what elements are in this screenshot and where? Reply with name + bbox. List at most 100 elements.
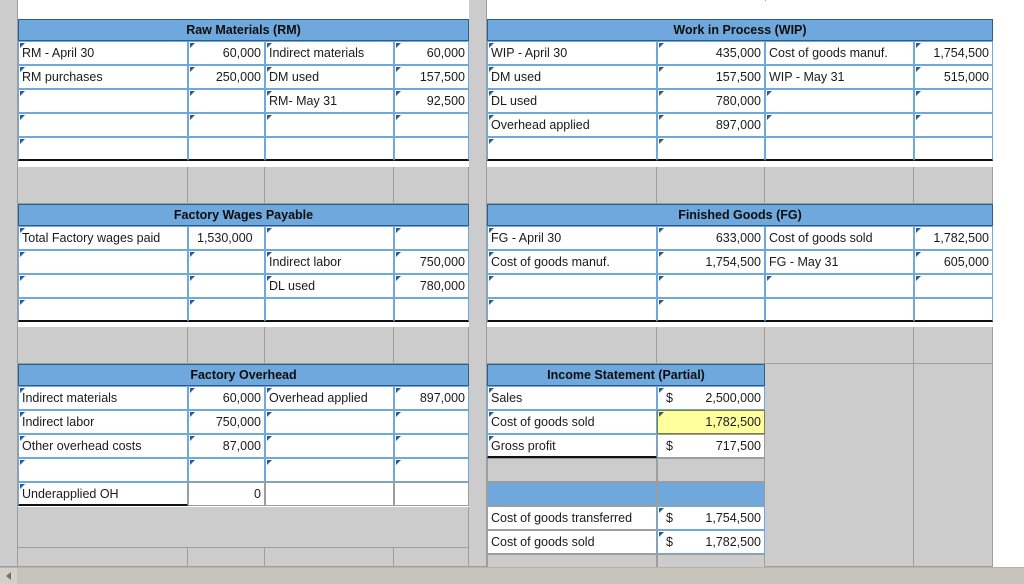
rm-debit-value-3[interactable] xyxy=(188,113,265,137)
fg-debit-value-1[interactable]: 1,754,500 xyxy=(657,250,765,274)
fo-credit-label-0[interactable]: Overhead applied xyxy=(265,386,394,410)
wip-debit-label-1[interactable]: DM used xyxy=(487,65,657,89)
is-value-2[interactable]: $ 717,500 xyxy=(657,434,765,458)
table-row[interactable]: Indirect labor 750,000 xyxy=(18,250,469,274)
rm-debit-value-4[interactable] xyxy=(188,137,265,161)
spreadsheet-canvas[interactable]: Raw Materials (RM) RM - April 30 60,000 … xyxy=(0,0,1024,584)
horizontal-scrollbar[interactable] xyxy=(0,567,1024,584)
fg-debit-value-2[interactable] xyxy=(657,274,765,298)
summary-label-0[interactable]: Cost of goods transferred xyxy=(487,506,657,530)
summary-value-0[interactable]: $ 1,754,500 xyxy=(657,506,765,530)
table-row[interactable]: Gross profit $ 717,500 xyxy=(487,434,765,458)
table-row[interactable]: Indirect materials 60,000 Overhead appli… xyxy=(18,386,469,410)
rm-debit-label-1[interactable]: RM purchases xyxy=(18,65,188,89)
fwp-debit-value-2[interactable] xyxy=(188,274,265,298)
table-row[interactable]: Total Factory wages paid 1,530,000 xyxy=(18,226,469,250)
wip-debit-value-1[interactable]: 157,500 xyxy=(657,65,765,89)
table-row[interactable] xyxy=(487,274,993,298)
table-row-underapplied[interactable]: Underapplied OH 0 xyxy=(18,482,469,506)
fo-debit-label-3[interactable] xyxy=(18,458,188,482)
wip-debit-label-4[interactable] xyxy=(487,137,657,161)
fwp-credit-value-2[interactable]: 780,000 xyxy=(394,274,469,298)
fo-debit-value-1[interactable]: 750,000 xyxy=(188,410,265,434)
rm-credit-value-4[interactable] xyxy=(394,137,469,161)
fo-credit-value-1[interactable] xyxy=(394,410,469,434)
fo-debit-label-2[interactable]: Other overhead costs xyxy=(18,434,188,458)
wip-debit-label-2[interactable]: DL used xyxy=(487,89,657,113)
wip-credit-value-3[interactable] xyxy=(914,113,993,137)
table-row[interactable]: Cost of goods sold 1,782,500 xyxy=(487,410,765,434)
wip-debit-label-0[interactable]: WIP - April 30 xyxy=(487,41,657,65)
fwp-debit-label-1[interactable] xyxy=(18,250,188,274)
table-row[interactable] xyxy=(18,137,469,161)
fo-debit-value-2[interactable]: 87,000 xyxy=(188,434,265,458)
rm-credit-label-1[interactable]: DM used xyxy=(265,65,394,89)
fg-credit-label-2[interactable] xyxy=(765,274,914,298)
table-row[interactable] xyxy=(487,298,993,322)
fg-credit-label-3[interactable] xyxy=(765,298,914,322)
fwp-debit-label-0[interactable]: Total Factory wages paid xyxy=(18,226,188,250)
wip-credit-label-3[interactable] xyxy=(765,113,914,137)
fwp-credit-label-2[interactable]: DL used xyxy=(265,274,394,298)
fg-debit-label-0[interactable]: FG - April 30 xyxy=(487,226,657,250)
is-label-2[interactable]: Gross profit xyxy=(487,434,657,458)
fo-total-credit-value[interactable] xyxy=(394,482,469,506)
wip-credit-value-4[interactable] xyxy=(914,137,993,161)
scrollbar-track[interactable] xyxy=(17,568,1024,584)
table-row[interactable] xyxy=(487,137,993,161)
fo-credit-value-3[interactable] xyxy=(394,458,469,482)
table-row[interactable]: DL used 780,000 xyxy=(487,89,993,113)
fo-debit-value-3[interactable] xyxy=(188,458,265,482)
fo-debit-value-0[interactable]: 60,000 xyxy=(188,386,265,410)
fwp-debit-label-3[interactable] xyxy=(18,298,188,322)
wip-debit-label-3[interactable]: Overhead applied xyxy=(487,113,657,137)
rm-debit-label-3[interactable] xyxy=(18,113,188,137)
rm-debit-value-2[interactable] xyxy=(188,89,265,113)
fg-debit-label-2[interactable] xyxy=(487,274,657,298)
rm-credit-value-3[interactable] xyxy=(394,113,469,137)
fg-credit-label-0[interactable]: Cost of goods sold xyxy=(765,226,914,250)
wip-debit-value-0[interactable]: 435,000 xyxy=(657,41,765,65)
wip-credit-value-1[interactable]: 515,000 xyxy=(914,65,993,89)
table-row[interactable]: RM purchases 250,000 DM used 157,500 xyxy=(18,65,469,89)
fwp-credit-value-0[interactable] xyxy=(394,226,469,250)
fg-debit-label-3[interactable] xyxy=(487,298,657,322)
is-label-0[interactable]: Sales xyxy=(487,386,657,410)
fg-credit-value-1[interactable]: 605,000 xyxy=(914,250,993,274)
scroll-left-arrow-icon[interactable] xyxy=(0,568,17,584)
rm-credit-value-1[interactable]: 157,500 xyxy=(394,65,469,89)
summary-value-1[interactable]: $ 1,782,500 xyxy=(657,530,765,554)
fg-credit-value-0[interactable]: 1,782,500 xyxy=(914,226,993,250)
table-row[interactable]: RM- May 31 92,500 xyxy=(18,89,469,113)
table-row[interactable]: WIP - April 30 435,000 Cost of goods man… xyxy=(487,41,993,65)
wip-debit-value-2[interactable]: 780,000 xyxy=(657,89,765,113)
table-row[interactable]: Cost of goods manuf. 1,754,500 FG - May … xyxy=(487,250,993,274)
table-row[interactable]: Indirect labor 750,000 xyxy=(18,410,469,434)
wip-debit-value-3[interactable]: 897,000 xyxy=(657,113,765,137)
rm-credit-label-2[interactable]: RM- May 31 xyxy=(265,89,394,113)
fwp-credit-label-3[interactable] xyxy=(265,298,394,322)
fwp-debit-value-0[interactable]: 1,530,000 xyxy=(188,226,265,250)
wip-credit-label-4[interactable] xyxy=(765,137,914,161)
wip-credit-label-0[interactable]: Cost of goods manuf. xyxy=(765,41,914,65)
table-row[interactable]: RM - April 30 60,000 Indirect materials … xyxy=(18,41,469,65)
fwp-credit-value-1[interactable]: 750,000 xyxy=(394,250,469,274)
table-row[interactable]: Overhead applied 897,000 xyxy=(487,113,993,137)
fo-debit-label-0[interactable]: Indirect materials xyxy=(18,386,188,410)
rm-credit-value-2[interactable]: 92,500 xyxy=(394,89,469,113)
table-row[interactable]: Cost of goods sold $ 1,782,500 xyxy=(487,530,765,554)
fwp-debit-label-2[interactable] xyxy=(18,274,188,298)
fo-credit-label-3[interactable] xyxy=(265,458,394,482)
rm-credit-label-4[interactable] xyxy=(265,137,394,161)
rm-credit-value-0[interactable]: 60,000 xyxy=(394,41,469,65)
wip-credit-value-2[interactable] xyxy=(914,89,993,113)
wip-credit-label-1[interactable]: WIP - May 31 xyxy=(765,65,914,89)
fo-credit-label-2[interactable] xyxy=(265,434,394,458)
fwp-credit-value-3[interactable] xyxy=(394,298,469,322)
fo-total-value[interactable]: 0 xyxy=(188,482,265,506)
fwp-debit-value-1[interactable] xyxy=(188,250,265,274)
table-row[interactable] xyxy=(18,113,469,137)
rm-debit-value-0[interactable]: 60,000 xyxy=(188,41,265,65)
summary-label-1[interactable]: Cost of goods sold xyxy=(487,530,657,554)
rm-debit-label-2[interactable] xyxy=(18,89,188,113)
